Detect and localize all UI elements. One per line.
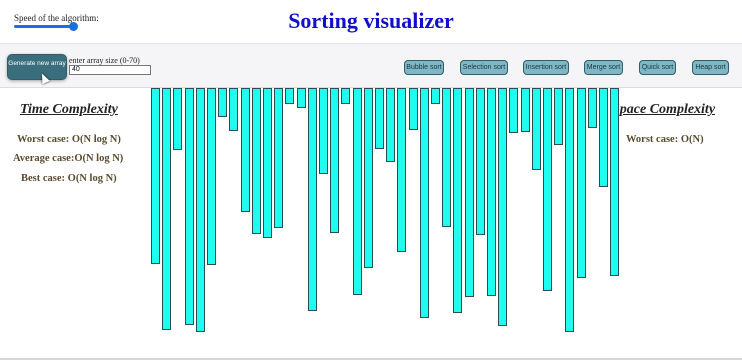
space-complexity-title: Space Complexity — [612, 102, 716, 117]
toolbar: Generate new array enter array size (0-7… — [0, 43, 742, 88]
array-bar — [554, 88, 563, 145]
array-bar — [252, 88, 261, 234]
array-bar — [521, 88, 530, 132]
array-bar — [397, 88, 406, 252]
array-bar — [173, 88, 182, 150]
array-bar — [297, 88, 306, 108]
array-bar — [543, 88, 552, 291]
array-bar — [498, 88, 507, 326]
insertion-sort-button[interactable]: Insertion sort — [523, 60, 569, 75]
array-bar — [431, 88, 440, 104]
merge-sort-button[interactable]: Merge sort — [584, 60, 623, 75]
time-worst-case: Worst case: O(N log N) — [17, 134, 121, 145]
array-bar — [599, 88, 608, 187]
array-bar — [610, 88, 619, 276]
array-bar — [386, 88, 395, 162]
array-bar — [532, 88, 541, 170]
array-bar — [162, 88, 171, 330]
array-bar — [218, 88, 227, 117]
quick-sort-button[interactable]: Quick sort — [639, 60, 676, 75]
array-bar — [285, 88, 294, 104]
selection-sort-button[interactable]: Selection sort — [460, 60, 508, 75]
array-bar — [420, 88, 429, 318]
array-size-label: enter array size (0-70) — [69, 56, 140, 65]
array-bar — [229, 88, 238, 131]
array-bar — [308, 88, 317, 311]
time-best-case: Best case: O(N log N) — [21, 173, 117, 184]
array-size-input[interactable]: 40 — [69, 65, 151, 75]
bubble-sort-button[interactable]: Bubble sort — [404, 60, 444, 75]
array-bar — [487, 88, 496, 296]
array-bar — [263, 88, 272, 238]
array-bar — [207, 88, 216, 265]
array-bar — [476, 88, 485, 235]
time-complexity-title: Time Complexity — [20, 102, 118, 117]
time-average-case: Average case:O(N log N) — [13, 153, 124, 164]
array-bar — [185, 88, 194, 325]
header: Speed of the algorithm: Sorting visualiz… — [0, 0, 742, 43]
array-bar — [453, 88, 462, 313]
page-title: Sorting visualizer — [288, 8, 454, 33]
array-bar — [353, 88, 362, 295]
array-bar — [364, 88, 373, 268]
array-bar — [319, 88, 328, 174]
array-bar — [577, 88, 586, 278]
array-bar — [588, 88, 597, 128]
array-bar — [409, 88, 418, 130]
array-bar — [509, 88, 518, 133]
array-bar — [330, 88, 339, 233]
array-bar — [565, 88, 574, 332]
array-bar — [375, 88, 384, 149]
array-bars — [151, 88, 619, 348]
space-worst-case: Worst case: O(N) — [626, 134, 704, 145]
array-bar — [274, 88, 283, 228]
array-bar — [465, 88, 474, 297]
generate-array-button[interactable]: Generate new array — [7, 54, 67, 80]
array-bar — [341, 88, 350, 104]
array-bar — [442, 88, 451, 227]
heap-sort-button[interactable]: Heap sort — [692, 60, 729, 75]
array-bar — [241, 88, 250, 212]
array-bar — [196, 88, 205, 332]
array-bar — [151, 88, 160, 264]
